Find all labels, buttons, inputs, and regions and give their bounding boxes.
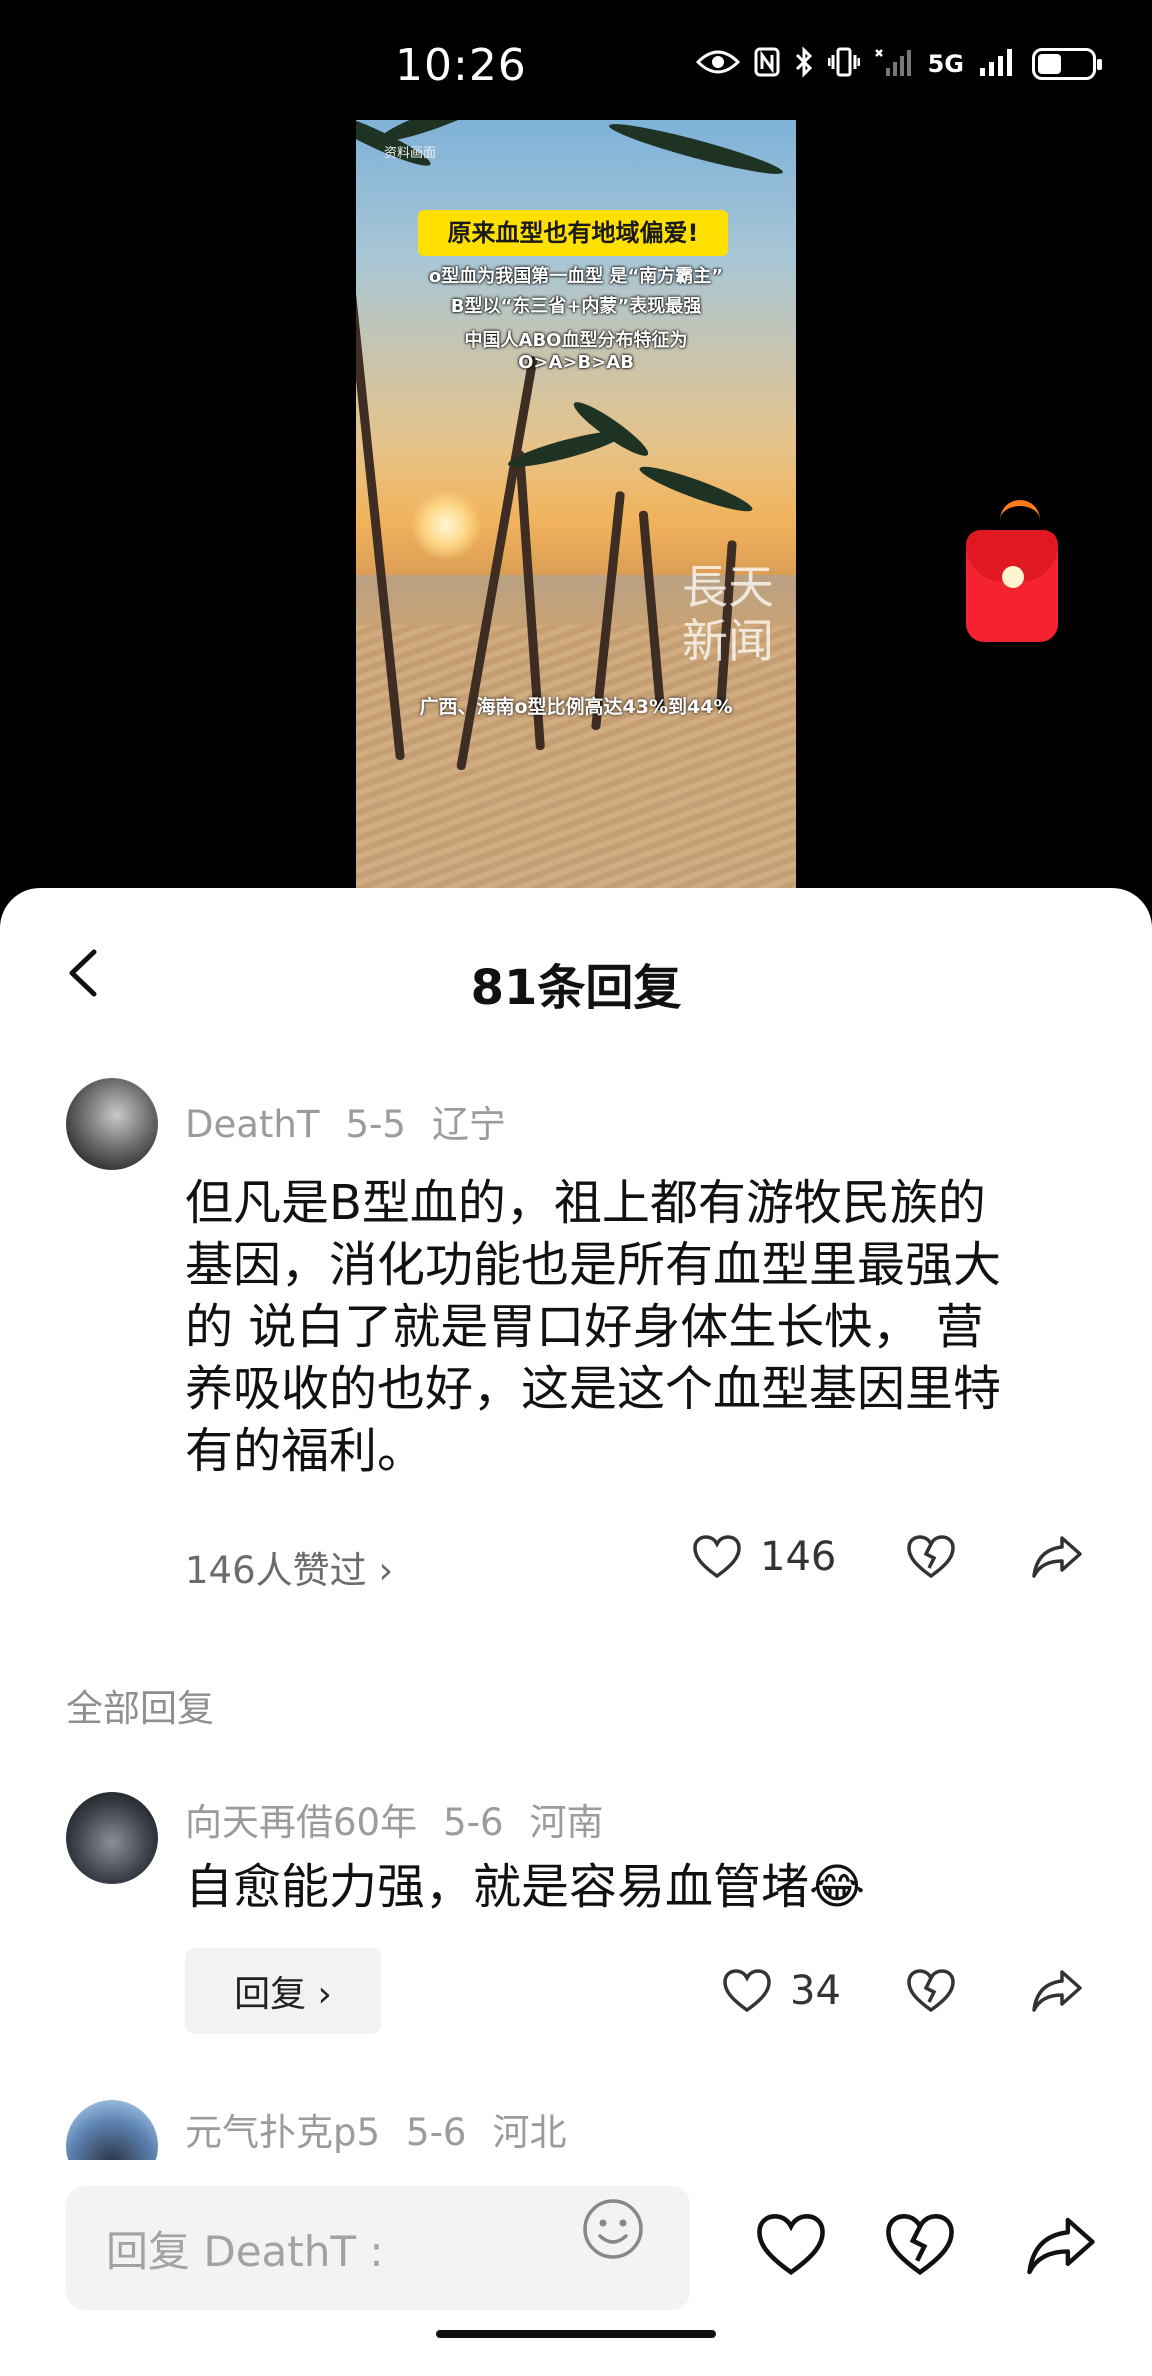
dislike-button[interactable] — [906, 1968, 956, 2014]
signal-x-icon — [874, 46, 914, 82]
heart-icon — [757, 2214, 825, 2276]
video-line-2: B型以“东三省+内蒙”表现最强 — [450, 296, 702, 317]
comment-location: 辽宁 — [431, 1103, 506, 1146]
comment-line: 基因，消化功能也是所有血型里最强大 — [185, 1237, 1002, 1293]
broken-heart-icon — [886, 2214, 954, 2276]
username[interactable]: DeathT — [185, 1103, 320, 1146]
comment-sheet: 81条回复 DeathT 5-5 辽宁 但凡是B型血的，祖上都有游牧民族的 基因，消… — [0, 888, 1152, 2376]
vibrate-icon — [827, 47, 861, 81]
like-button[interactable]: 34 — [722, 1968, 841, 2014]
reply-date: 5-6 — [406, 2111, 467, 2154]
like-count: 34 — [790, 1968, 841, 2014]
status-bar: 10:26 5G — [0, 0, 1152, 130]
video-source-note: 资料画面 — [384, 146, 437, 161]
heart-icon — [723, 1969, 771, 2013]
reply-meta: 元气扑克p5 5-6 河北 — [185, 2102, 592, 2156]
username[interactable]: 元气扑克p5 — [185, 2111, 380, 2154]
section-label-all-replies: 全部回复 — [66, 1687, 214, 1730]
reply-button[interactable]: 回复 › — [185, 1948, 381, 2034]
comment-line: 但凡是B型血的，祖上都有游牧民族的 — [185, 1175, 986, 1231]
bottom-input-bar: 回复 DeathT : — [0, 2160, 1152, 2376]
emoji-button[interactable] — [580, 2196, 646, 2266]
video-player[interactable]: 资料画面 原来血型也有地域偏爱! o型血为我国第一血型 是“南方霸主” B型以“… — [356, 120, 796, 890]
share-arrow-icon — [1032, 1970, 1082, 2012]
like-button[interactable]: 146 — [692, 1534, 836, 1580]
avatar[interactable] — [66, 1078, 158, 1170]
news-watermark: 長天 新闻 — [682, 560, 774, 668]
bluetooth-icon — [794, 46, 814, 82]
red-envelope-icon[interactable] — [966, 500, 1058, 642]
avatar[interactable] — [66, 1792, 158, 1884]
sun — [411, 490, 481, 560]
like-count: 146 — [760, 1534, 837, 1580]
dislike-button[interactable] — [906, 1534, 956, 1580]
signal-icon — [978, 46, 1018, 82]
status-icons: 5G — [695, 46, 1102, 82]
share-arrow-icon — [1027, 2217, 1095, 2275]
comment-meta: DeathT 5-5 辽宁 — [185, 1094, 532, 1148]
heart-icon — [693, 1535, 741, 1579]
smiley-icon — [583, 2199, 643, 2259]
comment-text: 但凡是B型血的，祖上都有游牧民族的 基因，消化功能也是所有血型里最强大 的 说白… — [185, 1172, 1085, 1482]
reply-date: 5-6 — [443, 1801, 504, 1844]
likers-link[interactable]: 146人赞过 › — [185, 1540, 393, 1594]
video-line-3: 中国人ABO血型分布特征为 — [464, 330, 688, 351]
dislike-video-button[interactable] — [884, 2212, 956, 2278]
video-line-4: O>A>B>AB — [518, 352, 634, 373]
comment-line: 的 说白了就是胃口好身体生长快， 营 — [185, 1299, 984, 1355]
eye-icon — [695, 48, 740, 80]
battery-icon — [1032, 48, 1102, 80]
username[interactable]: 向天再借60年 — [185, 1801, 417, 1844]
comment-line: 养吸收的也好，这是这个血型基因里特 — [185, 1361, 1002, 1417]
broken-heart-icon — [907, 1969, 955, 2013]
reply-location: 河北 — [492, 2111, 567, 2154]
share-button[interactable] — [1030, 1968, 1084, 2014]
replies-title: 81条回复 — [470, 960, 682, 1016]
like-video-button[interactable] — [755, 2212, 827, 2278]
clock: 10:26 — [395, 40, 527, 91]
watermark-bottom: 新闻 — [682, 614, 774, 668]
comment-date: 5-5 — [345, 1103, 406, 1146]
broken-heart-icon — [907, 1535, 955, 1579]
comment-line: 有的福利。 — [185, 1423, 426, 1479]
share-arrow-icon — [1032, 1536, 1082, 1578]
network-label: 5G — [927, 50, 964, 78]
home-indicator[interactable] — [436, 2330, 716, 2338]
video-bottom-caption: 广西、海南o型比例高达43%到44% — [419, 696, 733, 718]
share-video-button[interactable] — [1024, 2214, 1098, 2278]
reply-text: 自愈能力强，就是容易血管堵😂 — [185, 1859, 866, 1915]
nfc-icon — [754, 47, 780, 81]
video-headline: 原来血型也有地域偏爱! — [418, 210, 728, 256]
reply-location: 河南 — [529, 1801, 604, 1844]
video-line-1: o型血为我国第一血型 是“南方霸主” — [428, 266, 724, 287]
share-button[interactable] — [1030, 1534, 1084, 1580]
reply-meta: 向天再借60年 5-6 河南 — [185, 1792, 630, 1846]
watermark-top: 長天 — [682, 560, 774, 614]
